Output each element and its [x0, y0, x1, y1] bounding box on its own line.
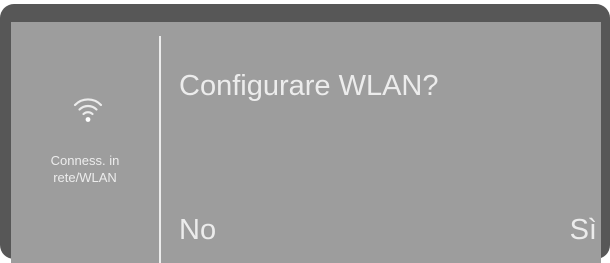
sidebar-label-line2: rete/WLAN	[53, 170, 117, 185]
sidebar: Conness. in rete/WLAN	[11, 22, 159, 263]
device-bezel: Conness. in rete/WLAN Configurare WLAN? …	[0, 4, 610, 263]
sidebar-label: Conness. in rete/WLAN	[11, 152, 159, 186]
sidebar-label-line1: Conness. in	[50, 153, 120, 168]
dialog-title: Configurare WLAN?	[179, 70, 439, 102]
no-button[interactable]: No	[179, 214, 216, 247]
divider	[159, 36, 161, 263]
wifi-icon	[72, 93, 104, 125]
yes-button[interactable]: Sì	[570, 214, 597, 247]
display-screen: Conness. in rete/WLAN Configurare WLAN? …	[11, 22, 601, 263]
